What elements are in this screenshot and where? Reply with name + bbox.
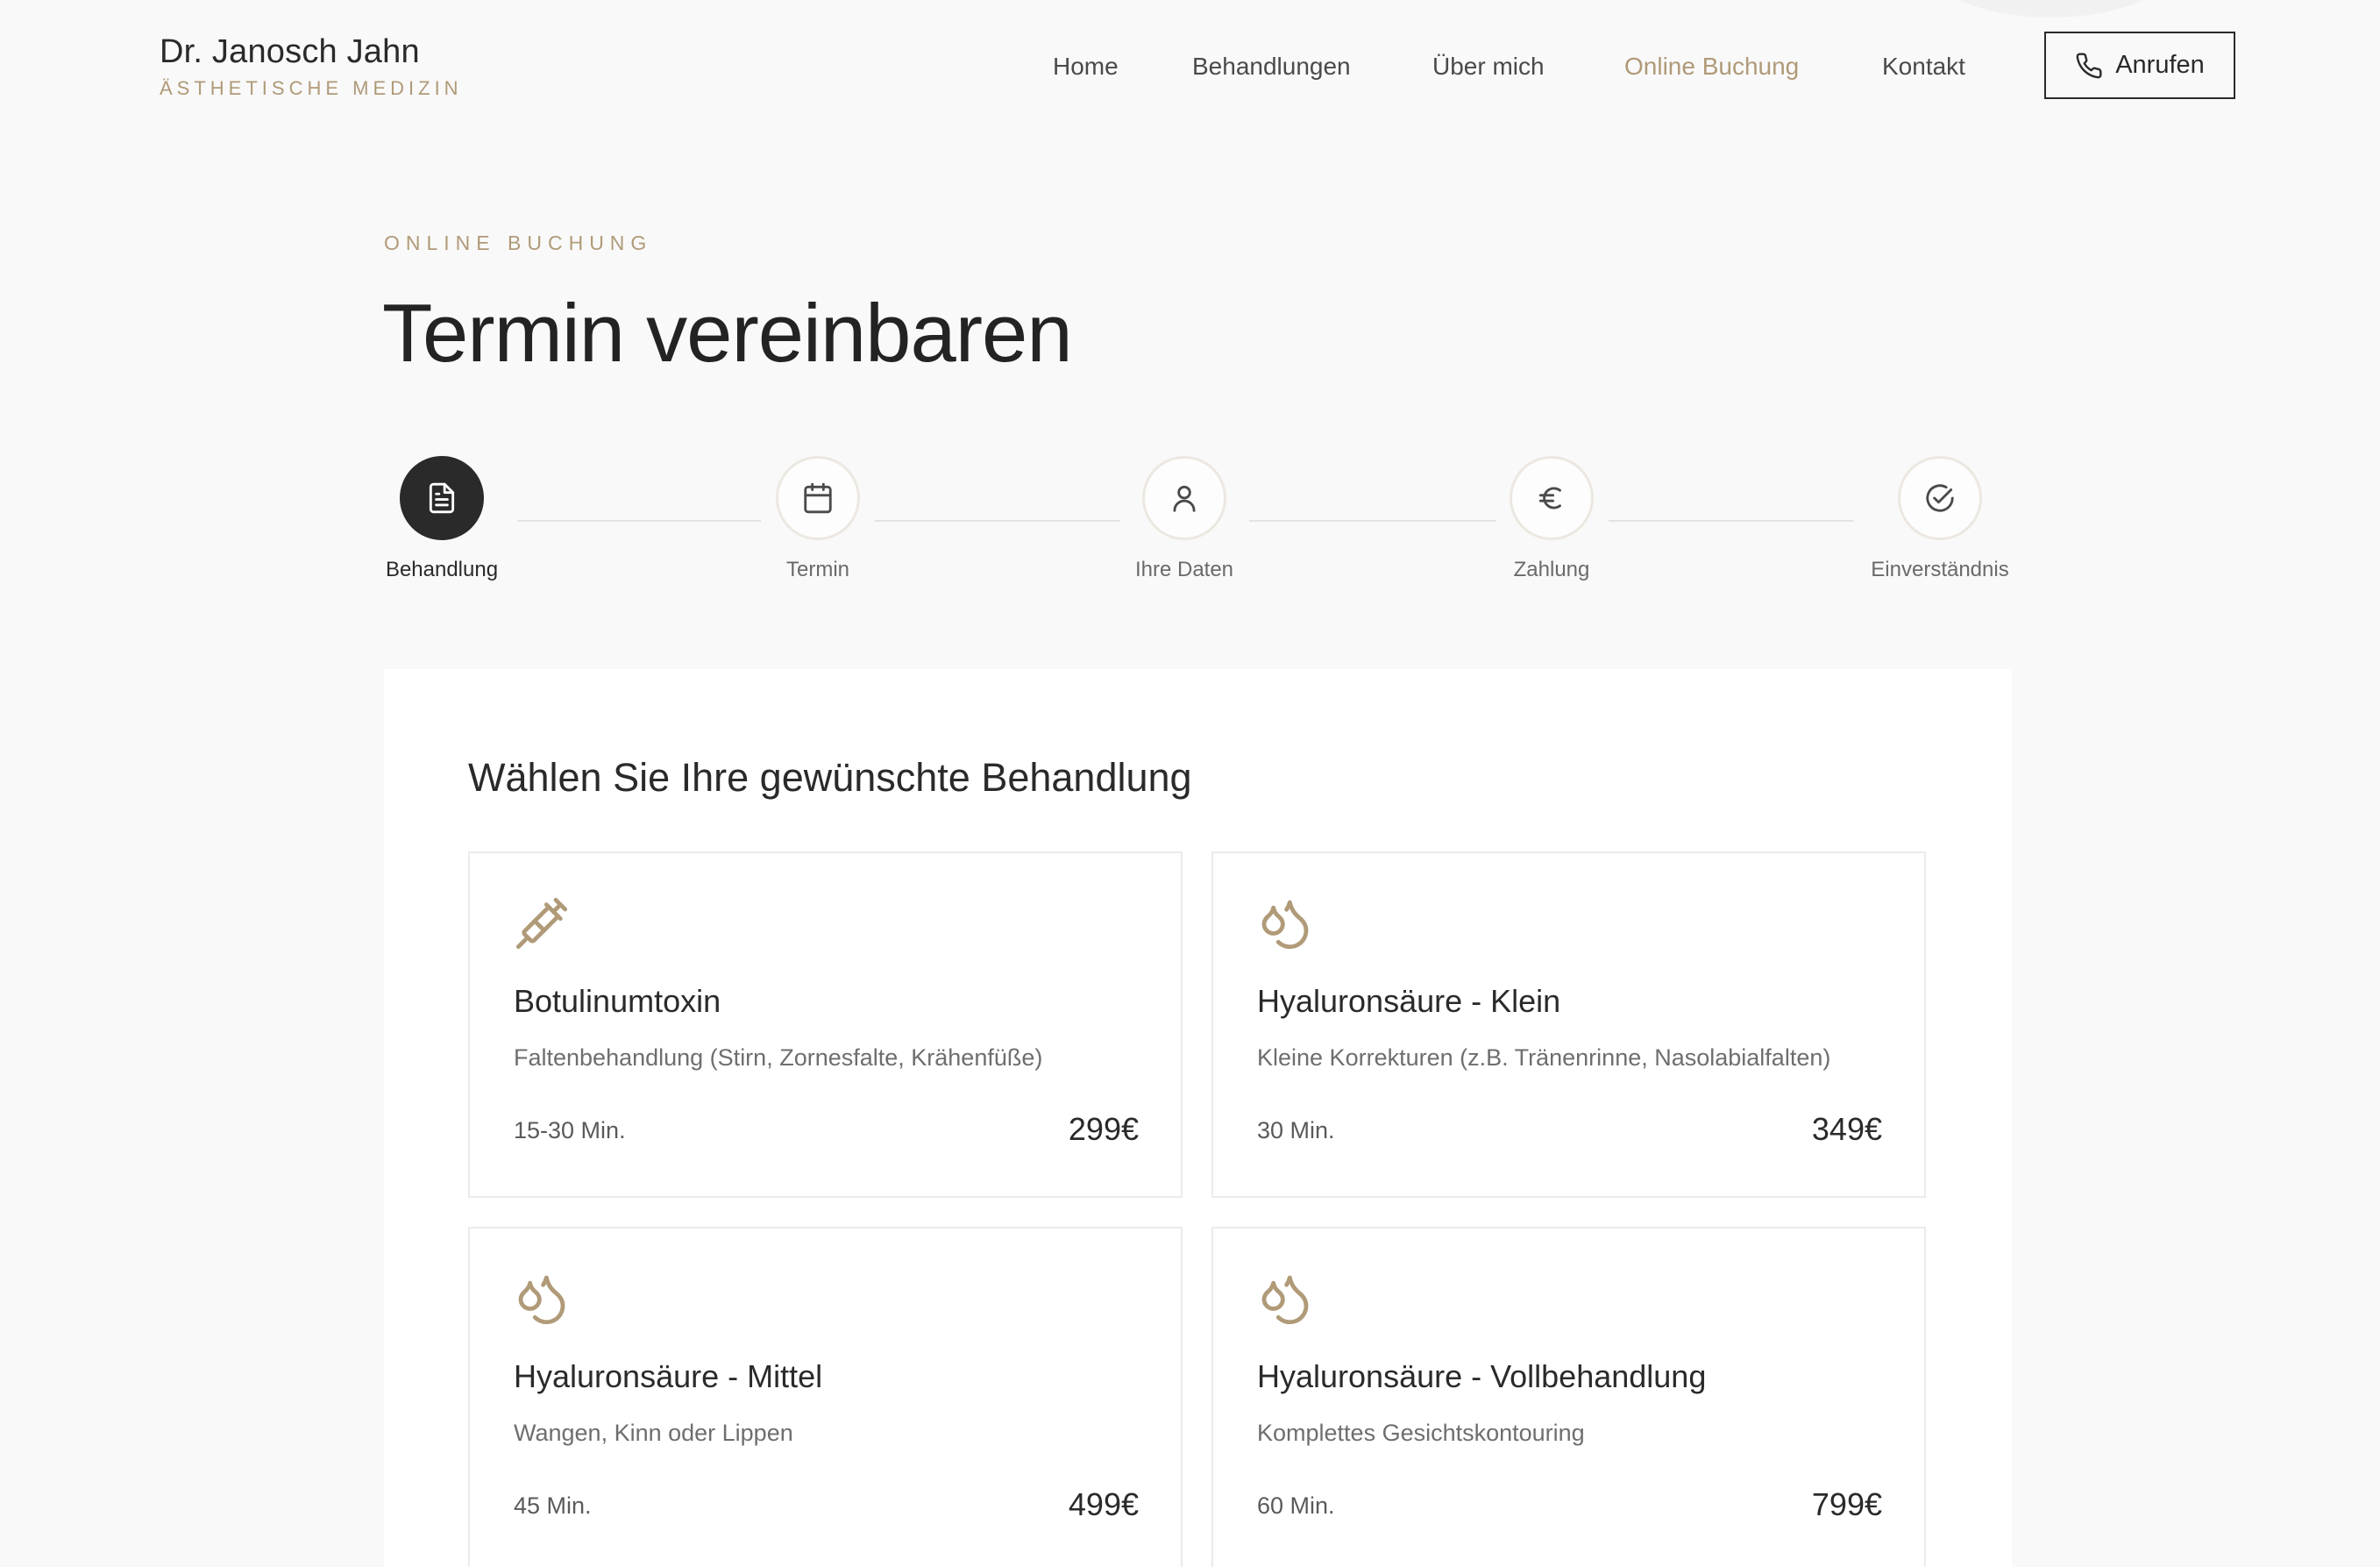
treatment-price: 499€ [1068, 1486, 1139, 1522]
treatment-name: Hyaluronsäure - Klein [1257, 983, 1561, 1019]
step-einverstaendnis[interactable] [1898, 456, 1982, 540]
treatment-description: Komplettes Gesichtskontouring [1257, 1420, 1585, 1446]
nav-item-behandlungen[interactable]: Behandlungen [1192, 51, 1351, 82]
droplets-icon [1261, 1275, 1309, 1325]
step-label-zahlung: Zahlung [1513, 558, 1590, 581]
step-connector [1609, 520, 1854, 522]
treatment-name: Hyaluronsäure - Mittel [514, 1358, 823, 1394]
calendar-icon [804, 482, 832, 514]
step-connector [875, 520, 1120, 522]
treatment-description: Faltenbehandlung (Stirn, Zornesfalte, Kr… [514, 1044, 1043, 1071]
step-label-termin: Termin [785, 558, 850, 581]
treatment-duration: 60 Min. [1257, 1492, 1335, 1519]
treatment-price: 349€ [1811, 1111, 1882, 1147]
decorative-shape [1920, 0, 2183, 18]
nav-item-kontakt[interactable]: Kontakt [1882, 51, 1965, 82]
syringe-icon [515, 897, 568, 950]
treatment-duration: 45 Min. [514, 1492, 592, 1519]
step-behandlung[interactable] [400, 456, 484, 540]
treatment-duration: 15-30 Min. [514, 1117, 626, 1143]
page-title: Termin vereinbaren [382, 287, 1073, 379]
section-eyebrow: ONLINE BUCHUNG [384, 231, 653, 254]
treatment-card-botulinumtoxin[interactable]: Botulinumtoxin Faltenbehandlung (Stirn, … [468, 851, 1183, 1198]
call-button[interactable]: Anrufen [2044, 32, 2235, 99]
treatment-name: Botulinumtoxin [514, 983, 721, 1019]
document-icon [429, 482, 455, 514]
site-header: Dr. Janosch Jahn ÄSTHETISCHE MEDIZIN Hom… [0, 0, 2380, 132]
treatment-description: Kleine Korrekturen (z.B. Tränenrinne, Na… [1257, 1044, 1831, 1071]
step-connector [1249, 520, 1496, 522]
step-connector [517, 520, 761, 522]
call-button-label: Anrufen [2115, 51, 2205, 79]
step-label-einverstaendnis: Einverständnis [1871, 558, 2009, 581]
nav-item-ueber-mich[interactable]: Über mich [1432, 51, 1545, 82]
treatment-panel: Wählen Sie Ihre gewünschte Behandlung Bo… [384, 669, 2012, 1567]
nav-item-home[interactable]: Home [1053, 51, 1119, 82]
panel-heading: Wählen Sie Ihre gewünschte Behandlung [468, 755, 1192, 800]
booking-stepper: Behandlung Termin Ihre Daten Zahlung Ein… [0, 456, 2380, 588]
check-circle-icon [1926, 484, 1954, 512]
treatment-price: 799€ [1811, 1486, 1882, 1522]
treatment-duration: 30 Min. [1257, 1117, 1335, 1143]
user-icon [1173, 485, 1196, 512]
treatment-card-hyaluron-voll[interactable]: Hyaluronsäure - Vollbehandlung Komplette… [1211, 1227, 1926, 1567]
treatment-card-hyaluron-mittel[interactable]: Hyaluronsäure - Mittel Wangen, Kinn oder… [468, 1227, 1183, 1567]
main-nav: Home Behandlungen Über mich Online Buchu… [0, 51, 2380, 82]
step-label-behandlung: Behandlung [385, 558, 499, 581]
step-zahlung[interactable] [1510, 456, 1594, 540]
phone-icon [2076, 52, 2102, 78]
euro-icon [1538, 487, 1561, 509]
treatment-card-hyaluron-klein[interactable]: Hyaluronsäure - Klein Kleine Korrekturen… [1211, 851, 1926, 1198]
treatment-price: 299€ [1068, 1111, 1139, 1147]
nav-item-online-buchung[interactable]: Online Buchung [1624, 51, 1799, 82]
treatment-name: Hyaluronsäure - Vollbehandlung [1257, 1358, 1707, 1394]
droplets-icon [1261, 900, 1309, 950]
treatment-description: Wangen, Kinn oder Lippen [514, 1420, 793, 1446]
step-ihre-daten[interactable] [1142, 456, 1226, 540]
step-termin[interactable] [776, 456, 860, 540]
droplets-icon [518, 1275, 565, 1325]
step-label-ihre-daten: Ihre Daten [1134, 558, 1234, 581]
